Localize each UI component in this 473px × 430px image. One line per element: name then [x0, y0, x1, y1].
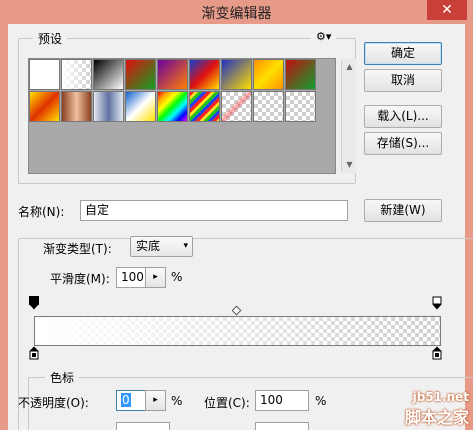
- dialog-body: 预设 ⚙▾ ▲ ▼ 确定 取消 载入(L)... 存储(S)... 名称(N):…: [8, 24, 473, 430]
- smoothness-unit: %: [171, 270, 183, 284]
- new-button[interactable]: 新建(W): [364, 199, 442, 222]
- preset-swatch[interactable]: [285, 59, 316, 90]
- opacity-field[interactable]: 0: [116, 390, 146, 411]
- gradient-type-label: 渐变类型(T):: [41, 240, 114, 257]
- location-label: 位置(C):: [204, 396, 250, 410]
- ok-button[interactable]: 确定: [364, 42, 442, 65]
- scroll-down-arrow-icon[interactable]: ▼: [344, 159, 355, 170]
- preset-swatch[interactable]: [29, 91, 60, 122]
- opacity-label: 不透明度(O):: [18, 396, 89, 410]
- preset-swatch[interactable]: [61, 59, 92, 90]
- save-button[interactable]: 存储(S)...: [364, 132, 442, 155]
- preset-swatch[interactable]: [93, 59, 124, 90]
- name-label: 名称(N):: [18, 205, 65, 219]
- location-unit: %: [315, 394, 327, 408]
- color-stops-legend: 色标: [45, 369, 80, 386]
- preset-swatch[interactable]: [221, 91, 252, 122]
- preset-swatch[interactable]: [157, 91, 188, 122]
- smoothness-field[interactable]: 100: [116, 267, 146, 288]
- preset-swatch[interactable]: [157, 59, 188, 90]
- preset-swatch[interactable]: [189, 91, 220, 122]
- scroll-up-arrow-icon[interactable]: ▲: [344, 61, 355, 72]
- opacity-value: 0: [121, 393, 131, 407]
- color-stop-right-icon[interactable]: [432, 346, 442, 360]
- gradient-type-select[interactable]: 实底 ▾: [130, 236, 193, 257]
- site-watermark: jb51.net 脚本之家: [405, 390, 469, 428]
- preset-swatch[interactable]: [29, 59, 60, 90]
- presets-settings-gear-icon[interactable]: ⚙▾: [311, 30, 337, 43]
- opacity-stepper[interactable]: ▸: [145, 390, 166, 411]
- preset-swatch[interactable]: [125, 91, 156, 122]
- preset-swatch[interactable]: [189, 59, 220, 90]
- window-title: 渐变编辑器: [201, 6, 272, 22]
- color-field-partial[interactable]: [116, 422, 170, 430]
- cancel-button[interactable]: 取消: [364, 69, 442, 92]
- gradient-preview-bar[interactable]: [34, 316, 441, 346]
- name-field[interactable]: 自定: [80, 200, 348, 221]
- color-stop-left-icon[interactable]: [29, 346, 39, 360]
- opacity-stop-left-icon[interactable]: [29, 296, 39, 310]
- preset-swatch[interactable]: [221, 59, 252, 90]
- watermark-url: jb51.net: [412, 390, 469, 404]
- smoothness-stepper[interactable]: ▸: [145, 267, 166, 288]
- preset-swatch-grid: ▲ ▼: [28, 58, 356, 174]
- gradient-type-value: 实底: [136, 239, 161, 253]
- preset-swatch[interactable]: [253, 91, 284, 122]
- smoothness-label: 平滑度(M):: [50, 272, 110, 286]
- preset-swatch[interactable]: [125, 59, 156, 90]
- preset-swatch[interactable]: [93, 91, 124, 122]
- close-button[interactable]: ✕: [427, 0, 467, 20]
- chevron-down-icon: ▾: [183, 241, 188, 251]
- preset-swatch[interactable]: [61, 91, 92, 122]
- opacity-unit: %: [171, 394, 183, 408]
- opacity-stop-right-icon[interactable]: [432, 296, 442, 310]
- presets-legend: 预设: [33, 30, 68, 47]
- preset-scrollbar[interactable]: ▲ ▼: [341, 59, 356, 173]
- location-field[interactable]: 100: [255, 390, 309, 411]
- watermark-site-name: 脚本之家: [404, 408, 469, 427]
- preset-swatch[interactable]: [253, 59, 284, 90]
- color-location-field-partial[interactable]: [255, 422, 309, 430]
- preset-swatch[interactable]: [285, 91, 316, 122]
- load-button[interactable]: 载入(L)...: [364, 105, 442, 128]
- title-bar[interactable]: 渐变编辑器 ✕: [0, 0, 473, 24]
